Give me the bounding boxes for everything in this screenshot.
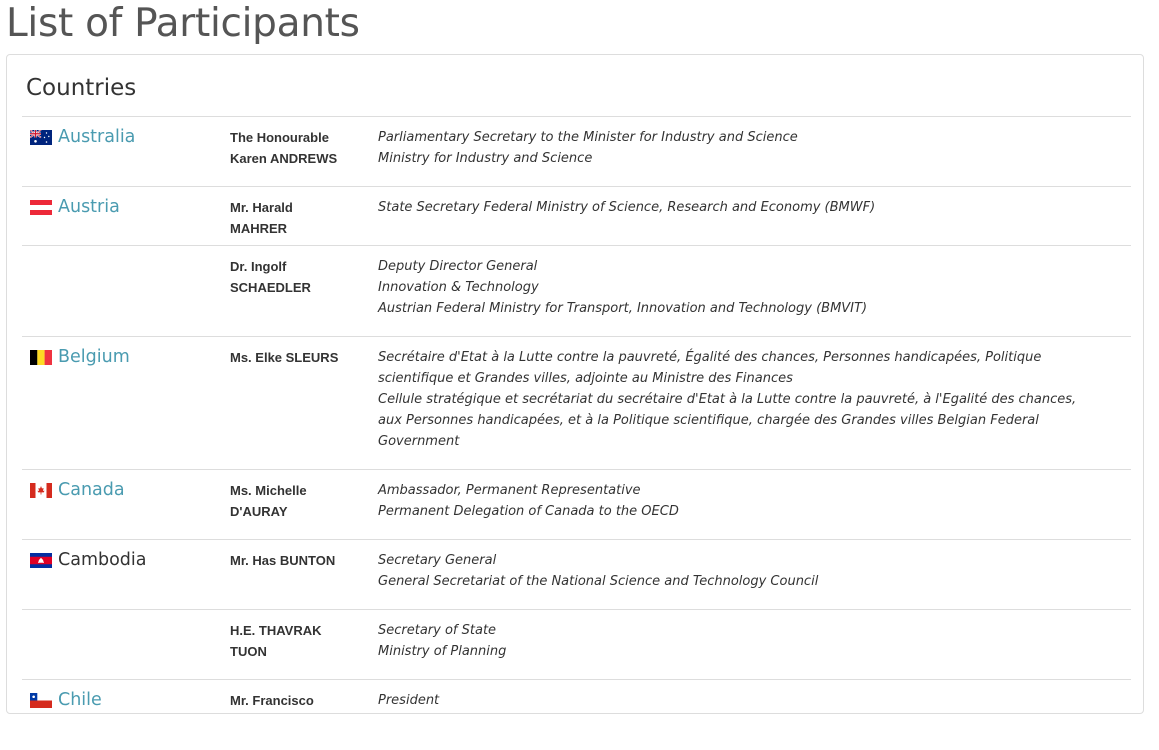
table-row: Canada Ms. Michelle D'AURAY Ambassador, … bbox=[22, 470, 1131, 540]
country-label-cambodia: Cambodia bbox=[58, 550, 147, 570]
table-row: H.E. THAVRAK TUON Secretary of State Min… bbox=[22, 610, 1131, 680]
participant-name-line: MAHRER bbox=[230, 221, 288, 236]
country-link-chile[interactable]: Chile bbox=[58, 690, 102, 710]
participant-name-line: Mr. Francisco bbox=[230, 693, 314, 708]
participants-table: Australia The Honourable Karen ANDREWS P… bbox=[22, 116, 1131, 750]
participant-name: H.E. THAVRAK TUON bbox=[230, 620, 370, 662]
role-line: General Secretariat of the National Scie… bbox=[378, 574, 819, 589]
participant-role: Parliamentary Secretary to the Minister … bbox=[378, 127, 1108, 169]
role-line: Secretary of State bbox=[378, 623, 497, 638]
cambodia-flag-icon bbox=[30, 552, 52, 568]
participant-name-line: Mr. Harald bbox=[230, 200, 293, 215]
country-cell: Chile bbox=[30, 690, 102, 710]
section-title: Countries bbox=[26, 75, 137, 101]
role-line: Ministry for Industry and Science bbox=[378, 151, 593, 166]
role-line: Secrétaire d'Etat à la Lutte contre la p… bbox=[378, 350, 1042, 365]
role-line: Parliamentary Secretary to the Minister … bbox=[378, 130, 798, 145]
country-cell: Australia bbox=[30, 127, 135, 147]
participant-name-line: Mr. Has BUNTON bbox=[230, 553, 336, 568]
participant-name: The Honourable Karen ANDREWS bbox=[230, 127, 370, 169]
role-line: Austrian Federal Ministry for Transport,… bbox=[378, 301, 868, 316]
role-line: scientifique et Grandes villes, adjointe… bbox=[378, 371, 793, 386]
role-line: Deputy Director General bbox=[378, 259, 538, 274]
participant-role: Secretary General General Secretariat of… bbox=[378, 550, 1108, 592]
participant-role: President bbox=[378, 690, 1108, 711]
role-line: Cellule stratégique et secrétariat du se… bbox=[378, 392, 1077, 407]
country-link-belgium[interactable]: Belgium bbox=[58, 347, 130, 367]
australia-flag-icon bbox=[30, 129, 52, 145]
chile-flag-icon bbox=[30, 692, 52, 708]
participant-name-line: TUON bbox=[230, 644, 267, 659]
participant-name-line: Karen ANDREWS bbox=[230, 151, 338, 166]
participant-name-line: SCHAEDLER bbox=[230, 280, 311, 295]
austria-flag-icon bbox=[30, 199, 52, 215]
role-line: Ambassador, Permanent Representative bbox=[378, 483, 641, 498]
role-line: Secretary General bbox=[378, 553, 497, 568]
table-row: Chile Mr. Francisco President bbox=[22, 680, 1131, 750]
table-row: Australia The Honourable Karen ANDREWS P… bbox=[22, 117, 1131, 187]
role-line: aux Personnes handicapées, et à la Polit… bbox=[378, 413, 1039, 428]
role-line: Permanent Delegation of Canada to the OE… bbox=[378, 504, 679, 519]
table-row: Dr. Ingolf SCHAEDLER Deputy Director Gen… bbox=[22, 246, 1131, 337]
participant-name: Mr. Has BUNTON bbox=[230, 550, 370, 571]
participant-name-line: Ms. Elke SLEURS bbox=[230, 350, 339, 365]
country-link-canada[interactable]: Canada bbox=[58, 480, 125, 500]
participant-name: Ms. Elke SLEURS bbox=[230, 347, 370, 368]
participant-role: Secretary of State Ministry of Planning bbox=[378, 620, 1108, 662]
country-link-austria[interactable]: Austria bbox=[58, 197, 120, 217]
belgium-flag-icon bbox=[30, 349, 52, 365]
participant-role: Ambassador, Permanent Representative Per… bbox=[378, 480, 1108, 522]
countries-panel: Countries Australia The Honourable Karen… bbox=[6, 54, 1144, 714]
table-row: Belgium Ms. Elke SLEURS Secrétaire d'Eta… bbox=[22, 337, 1131, 470]
page-title: List of Participants bbox=[6, 1, 360, 46]
participant-name-line: Ms. Michelle bbox=[230, 483, 307, 498]
country-cell: Cambodia bbox=[30, 550, 147, 570]
participant-role: Deputy Director General Innovation & Tec… bbox=[378, 256, 1108, 319]
participant-name: Mr. Francisco bbox=[230, 690, 370, 711]
participant-name-line: H.E. THAVRAK bbox=[230, 623, 322, 638]
participant-name: Dr. Ingolf SCHAEDLER bbox=[230, 256, 370, 298]
role-line: State Secretary Federal Ministry of Scie… bbox=[378, 200, 876, 215]
country-cell: Austria bbox=[30, 197, 120, 217]
role-line: Innovation & Technology bbox=[378, 280, 539, 295]
participant-role: State Secretary Federal Ministry of Scie… bbox=[378, 197, 1108, 218]
table-row: Austria Mr. Harald MAHRER State Secretar… bbox=[22, 187, 1131, 246]
participant-name: Ms. Michelle D'AURAY bbox=[230, 480, 370, 522]
role-line: President bbox=[378, 693, 440, 708]
participant-name-line: Dr. Ingolf bbox=[230, 259, 287, 274]
participant-name: Mr. Harald MAHRER bbox=[230, 197, 370, 239]
country-cell: Canada bbox=[30, 480, 125, 500]
canada-flag-icon bbox=[30, 482, 52, 498]
country-cell: Belgium bbox=[30, 347, 130, 367]
country-link-australia[interactable]: Australia bbox=[58, 127, 135, 147]
participant-name-line: The Honourable bbox=[230, 130, 329, 145]
table-row: Cambodia Mr. Has BUNTON Secretary Genera… bbox=[22, 540, 1131, 610]
participant-role: Secrétaire d'Etat à la Lutte contre la p… bbox=[378, 347, 1108, 452]
role-line: Government bbox=[378, 434, 460, 449]
participant-name-line: D'AURAY bbox=[230, 504, 288, 519]
role-line: Ministry of Planning bbox=[378, 644, 507, 659]
